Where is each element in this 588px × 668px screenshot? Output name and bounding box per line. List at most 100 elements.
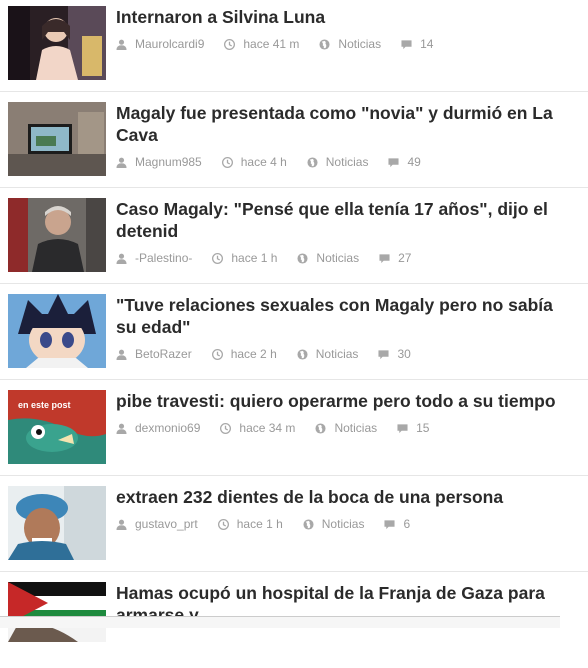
- timestamp: hace 34 m: [220, 421, 295, 435]
- timestamp: hace 4 h: [221, 155, 287, 169]
- clock-icon: [212, 252, 224, 264]
- list-item: "Tuve relaciones sexuales con Magaly per…: [0, 284, 588, 380]
- globe-icon: [307, 156, 318, 168]
- post-title[interactable]: Caso Magaly: "Pensé que ella tenía 17 añ…: [116, 198, 578, 242]
- user-icon: [116, 519, 127, 530]
- list-item: en este post pibe travesti: quiero opera…: [0, 380, 588, 476]
- thumbnail-image: [8, 486, 106, 560]
- category-link[interactable]: Noticias: [326, 155, 369, 169]
- list-item: extraen 232 dientes de la boca de una pe…: [0, 476, 588, 572]
- comment-count: 14: [420, 37, 434, 51]
- clock-icon: [224, 38, 236, 50]
- thumbnail-image: [8, 294, 106, 368]
- time-text: hace 41 m: [243, 37, 300, 51]
- globe-icon: [303, 518, 314, 530]
- author[interactable]: BetoRazer: [116, 347, 192, 361]
- comment-icon: [388, 157, 399, 167]
- time-text: hace 4 h: [240, 155, 287, 169]
- comments[interactable]: 49: [388, 155, 421, 169]
- post-title[interactable]: Internaron a Silvina Luna: [116, 6, 578, 28]
- post-thumbnail[interactable]: [8, 6, 106, 80]
- time-text: hace 34 m: [239, 421, 296, 435]
- timestamp: hace 41 m: [224, 37, 299, 51]
- author[interactable]: -Palestino-: [116, 251, 192, 265]
- post-title[interactable]: extraen 232 dientes de la boca de una pe…: [116, 486, 578, 508]
- category-link[interactable]: Noticias: [316, 251, 359, 265]
- post-title[interactable]: Magaly fue presentada como "novia" y dur…: [116, 102, 578, 146]
- category-link[interactable]: Noticias: [322, 517, 365, 531]
- time-text: hace 1 h: [236, 517, 283, 531]
- author[interactable]: Magnum985: [116, 155, 202, 169]
- category[interactable]: Noticias: [303, 517, 365, 531]
- thumbnail-image: [8, 6, 106, 80]
- globe-icon: [319, 38, 330, 50]
- post-thumbnail[interactable]: [8, 198, 106, 272]
- category[interactable]: Noticias: [297, 347, 359, 361]
- list-item: Caso Magaly: "Pensé que ella tenía 17 añ…: [0, 188, 588, 284]
- comment-count: 15: [416, 421, 430, 435]
- clock-icon: [220, 422, 232, 434]
- comments[interactable]: 27: [379, 251, 411, 265]
- clock-icon: [217, 518, 229, 530]
- time-text: hace 2 h: [230, 347, 277, 361]
- user-icon: [116, 39, 127, 50]
- globe-icon: [297, 252, 308, 264]
- time-text: hace 1 h: [231, 251, 278, 265]
- author-name[interactable]: gustavo_prt: [135, 517, 198, 531]
- comment-icon: [397, 423, 408, 433]
- post-title[interactable]: "Tuve relaciones sexuales con Magaly per…: [116, 294, 578, 338]
- category-link[interactable]: Noticias: [334, 421, 377, 435]
- post-thumbnail[interactable]: en este post: [8, 390, 106, 464]
- post-thumbnail[interactable]: [8, 486, 106, 560]
- user-icon: [116, 423, 127, 434]
- category[interactable]: Noticias: [319, 37, 381, 51]
- post-meta: gustavo_prt hace 1 h Noticias 6: [116, 517, 430, 531]
- comment-icon: [384, 519, 395, 529]
- post-meta: BetoRazer hace 2 h Noticias 30: [116, 347, 431, 361]
- category[interactable]: Noticias: [297, 251, 359, 265]
- timestamp: hace 1 h: [217, 517, 283, 531]
- author[interactable]: gustavo_prt: [116, 517, 198, 531]
- thumbnail-image: [8, 198, 106, 272]
- post-thumbnail[interactable]: [8, 294, 106, 368]
- clock-icon: [221, 156, 233, 168]
- thumbnail-caption: en este post: [18, 400, 71, 410]
- user-icon: [116, 349, 127, 360]
- timestamp: hace 2 h: [211, 347, 277, 361]
- comments[interactable]: 14: [401, 37, 433, 51]
- category-link[interactable]: Noticias: [338, 37, 381, 51]
- comments[interactable]: 15: [397, 421, 429, 435]
- post-thumbnail[interactable]: [8, 582, 106, 642]
- timestamp: hace 1 h: [212, 251, 277, 265]
- user-icon: [116, 157, 127, 168]
- comments[interactable]: 30: [378, 347, 411, 361]
- category[interactable]: Noticias: [315, 421, 377, 435]
- comment-icon: [379, 253, 390, 263]
- comment-count: 49: [407, 155, 421, 169]
- comment-icon: [401, 39, 412, 49]
- post-meta: dexmonio69 hace 34 m Noticias 15: [116, 421, 449, 435]
- post-meta: -Palestino- hace 1 h Noticias 27: [116, 251, 431, 265]
- author-name[interactable]: -Palestino-: [135, 251, 192, 265]
- post-feed: Internaron a Silvina Luna Maurolcardi9 h…: [0, 0, 588, 668]
- post-thumbnail[interactable]: [8, 102, 106, 176]
- author[interactable]: dexmonio69: [116, 421, 200, 435]
- clock-icon: [211, 348, 223, 360]
- author-name[interactable]: dexmonio69: [135, 421, 200, 435]
- list-item: Internaron a Silvina Luna Maurolcardi9 h…: [0, 0, 588, 92]
- author-name[interactable]: Maurolcardi9: [135, 37, 204, 51]
- author-name[interactable]: Magnum985: [135, 155, 202, 169]
- post-meta: Maurolcardi9 hace 41 m Noticias 14: [116, 37, 453, 51]
- user-icon: [116, 253, 127, 264]
- globe-icon: [297, 348, 308, 360]
- post-title[interactable]: pibe travesti: quiero operarme pero todo…: [116, 390, 578, 412]
- thumbnail-image: en este post: [8, 390, 106, 464]
- horizontal-scrollbar[interactable]: [0, 616, 560, 628]
- category[interactable]: Noticias: [307, 155, 369, 169]
- author-name[interactable]: BetoRazer: [135, 347, 192, 361]
- comments[interactable]: 6: [384, 517, 410, 531]
- thumbnail-image: [8, 582, 106, 642]
- author[interactable]: Maurolcardi9: [116, 37, 204, 51]
- comment-icon: [378, 349, 389, 359]
- category-link[interactable]: Noticias: [316, 347, 359, 361]
